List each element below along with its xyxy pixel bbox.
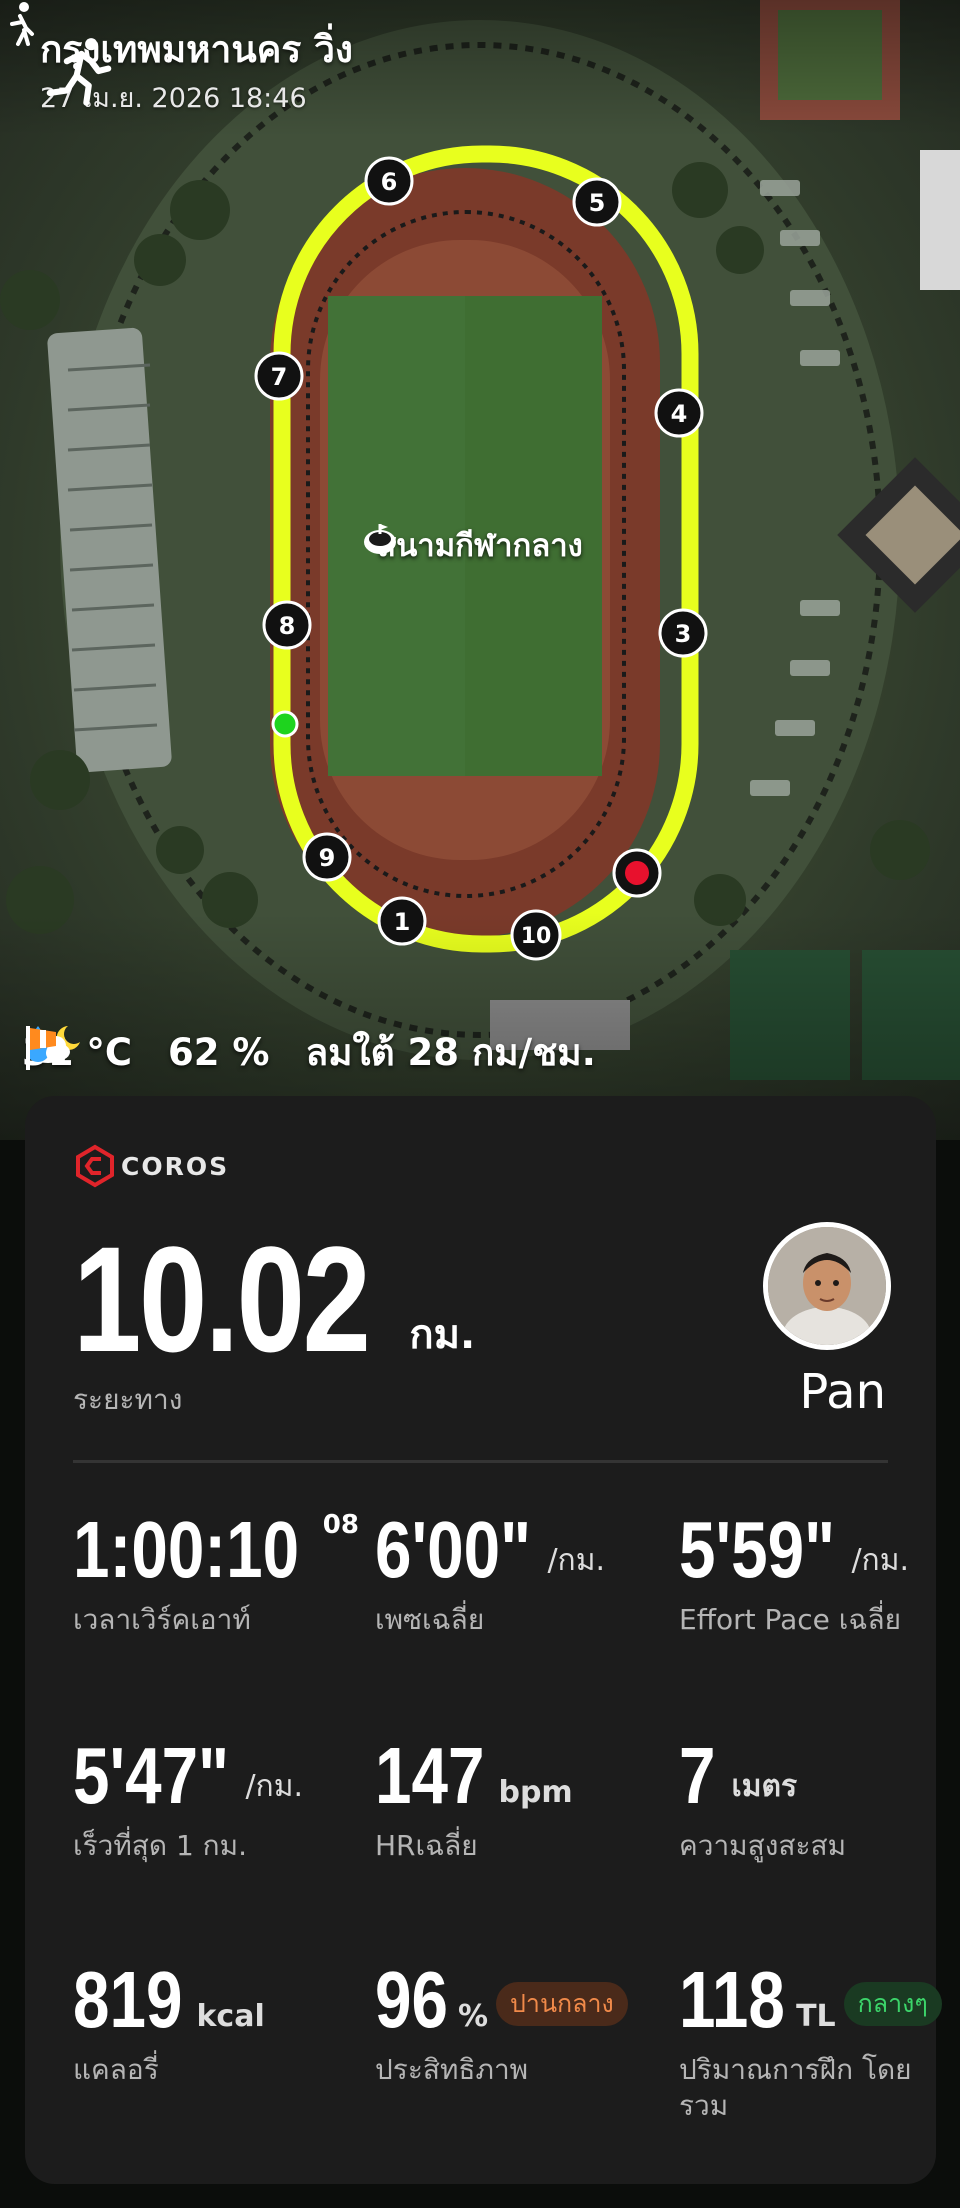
km-marker-6: 6 xyxy=(364,156,414,206)
svg-text:1: 1 xyxy=(394,908,411,936)
stat-avg-hr: 147 bpm HRเฉลี่ย xyxy=(375,1736,665,1864)
brand-name: COROS xyxy=(121,1151,230,1181)
km-marker-8: 8 xyxy=(262,600,312,650)
km-marker-9: 9 xyxy=(302,832,352,882)
weather-bar: 31 °C 62 % ลมใต้ 28 กม/ชม. xyxy=(22,1022,632,1082)
workout-time-label: เวลาเวิร์คเอาท์ xyxy=(73,1603,251,1636)
effort-pace-label: Effort Pace เฉลี่ย xyxy=(679,1603,902,1636)
km-markers: 1 3 4 5 6 7 8 9 10 xyxy=(254,156,708,961)
avatar-photo xyxy=(768,1227,886,1345)
username: Pan xyxy=(799,1364,886,1420)
elevation-label: ความสูงสะสม xyxy=(679,1829,847,1862)
wind-value: ลมใต้ 28 กม/ชม. xyxy=(305,1030,596,1074)
fastest-km-unit: /กม. xyxy=(245,1769,304,1804)
stadium-icon xyxy=(364,524,396,554)
fastest-km-label: เร็วที่สุด 1 กม. xyxy=(73,1829,247,1862)
brand-logo: COROS xyxy=(75,1144,229,1188)
stat-elevation: 7 เมตร ความสูงสะสม xyxy=(679,1736,960,1864)
workout-time-value: 1:00:10 xyxy=(73,1505,300,1594)
km-marker-2 xyxy=(612,848,662,898)
avg-pace-value: 6'00" xyxy=(375,1505,532,1594)
calories-unit: kcal xyxy=(196,1999,265,2034)
avg-pace-label: เพซเฉลี่ย xyxy=(375,1603,485,1636)
distance-label: ระยะทาง xyxy=(73,1383,183,1416)
svg-text:4: 4 xyxy=(671,400,688,428)
workout-time-hundredths: 08 xyxy=(322,1510,359,1540)
stat-workout-time: 1:00:10 08 เวลาเวิร์คเอาท์ xyxy=(73,1510,363,1638)
km-marker-10: 10 xyxy=(510,909,562,961)
training-load-label: ปริมาณการฝึก โดยรวม xyxy=(679,2053,912,2123)
start-marker xyxy=(271,710,299,738)
effort-pace-unit: /กม. xyxy=(851,1543,910,1578)
svg-text:3: 3 xyxy=(675,620,692,648)
calories-label: แคลอรี่ xyxy=(73,2053,159,2086)
calories-value: 819 xyxy=(73,1955,183,2044)
walking-person-icon xyxy=(10,2,34,46)
distance-unit: กม. xyxy=(409,1312,476,1358)
wind-item: ลมใต้ 28 กม/ชม. xyxy=(26,1023,596,1082)
stat-training-load: 118 TL กลางๆ ปริมาณการฝึก โดยรวม xyxy=(679,1955,942,2125)
svg-text:8: 8 xyxy=(279,612,296,640)
divider xyxy=(73,1460,888,1463)
humidity-value: 62 % xyxy=(168,1030,270,1074)
efficiency-label: ประสิทธิภาพ xyxy=(375,2053,529,2086)
stat-fastest-km: 5'47" /กม. เร็วที่สุด 1 กม. xyxy=(73,1736,363,1864)
km-marker-7: 7 xyxy=(254,351,304,401)
windsock-icon xyxy=(26,1026,56,1070)
efficiency-unit: % xyxy=(457,1999,489,2034)
km-marker-5: 5 xyxy=(572,177,622,227)
svg-text:6: 6 xyxy=(381,168,398,196)
stat-calories: 819 kcal แคลอรี่ xyxy=(73,1960,363,2088)
svg-text:7: 7 xyxy=(271,363,288,391)
route-map[interactable]: 1 3 4 5 6 7 8 9 10 กรุงเทพมหานคร วิ่ง 27… xyxy=(0,0,960,1140)
training-load-unit: TL xyxy=(796,1999,836,2034)
effort-pace-value: 5'59" xyxy=(679,1505,836,1594)
venue-label: สนามกีฬากลาง xyxy=(360,520,600,570)
training-load-value: 118 xyxy=(679,1955,785,2044)
km-marker-1: 1 xyxy=(377,896,427,946)
running-icon xyxy=(46,38,112,106)
elevation-value: 7 xyxy=(679,1731,716,1820)
stat-avg-pace: 6'00" /กม. เพซเฉลี่ย xyxy=(375,1510,665,1638)
efficiency-value: 96 xyxy=(375,1955,448,2044)
end-marker xyxy=(625,861,649,885)
svg-text:5: 5 xyxy=(589,189,606,217)
avatar[interactable] xyxy=(763,1222,891,1350)
coros-logo-icon xyxy=(76,1144,114,1188)
distance-display: 10.02 กม. xyxy=(73,1224,475,1374)
efficiency-badge: ปานกลาง xyxy=(496,1982,628,2026)
avg-hr-label: HRเฉลี่ย xyxy=(375,1829,478,1862)
svg-text:9: 9 xyxy=(319,844,336,872)
avg-hr-unit: bpm xyxy=(498,1775,573,1810)
fastest-km-value: 5'47" xyxy=(73,1731,230,1820)
activity-header: กรุงเทพมหานคร วิ่ง 27 เม.ย. 2026 18:46 xyxy=(40,28,353,119)
humidity-item: 62 % xyxy=(26,1026,270,1074)
km-marker-3: 3 xyxy=(658,608,708,658)
avg-hr-value: 147 xyxy=(375,1731,485,1820)
elevation-unit: เมตร xyxy=(731,1769,798,1804)
stat-effort-pace: 5'59" /กม. Effort Pace เฉลี่ย xyxy=(679,1510,960,1638)
training-load-badge: กลางๆ xyxy=(843,1982,942,2026)
stat-efficiency: 96 % ปานกลาง ประสิทธิภาพ xyxy=(375,1960,665,2088)
km-marker-4: 4 xyxy=(654,388,704,438)
stats-card: COROS 10.02 กม. ระยะทาง Pan 1:00:10 08 เ… xyxy=(25,1096,942,2184)
svg-text:10: 10 xyxy=(521,924,552,949)
avg-pace-unit: /กม. xyxy=(547,1543,606,1578)
distance-value: 10.02 xyxy=(73,1215,371,1383)
